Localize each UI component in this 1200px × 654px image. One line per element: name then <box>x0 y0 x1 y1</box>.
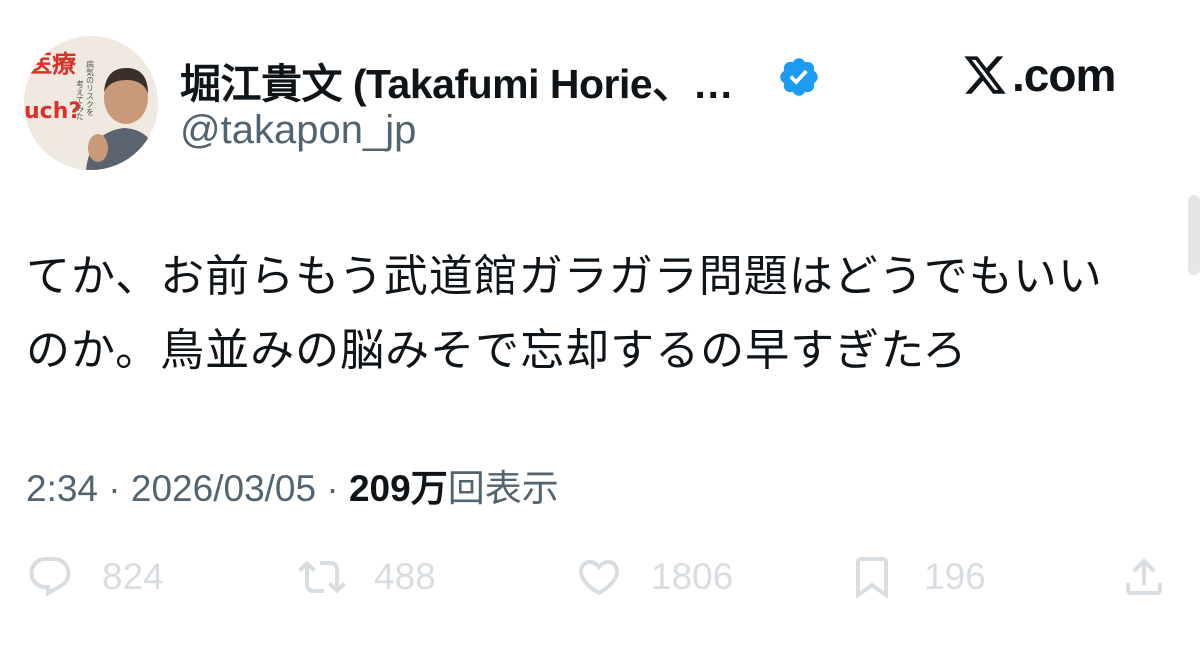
views-count: 209万 <box>348 468 448 509</box>
tweet-meta: 2:34 · 2026/03/05 · 209万回表示 <box>26 458 559 512</box>
bookmark-button[interactable]: 196 <box>848 552 986 602</box>
avatar-book-title: 医療 <box>28 50 77 78</box>
xcom-brand: .com <box>962 48 1116 102</box>
share-button[interactable] <box>1120 552 1196 602</box>
bookmark-icon <box>856 557 888 599</box>
retweet-icon <box>298 560 346 594</box>
scrollbar[interactable] <box>1188 195 1200 275</box>
meta-separator: · <box>326 468 339 509</box>
share-icon <box>1126 558 1162 595</box>
avatar[interactable]: 医療 uch? 病気のリスクを 考えてみた <box>24 36 158 170</box>
tweet-text-line: てか、お前らもう武道館ガラガラ問題はどうでもいい <box>26 251 1103 302</box>
reply-count: 824 <box>102 556 164 597</box>
x-logo-icon <box>964 56 1006 94</box>
views-label: 回表示 <box>447 468 559 509</box>
author-handle[interactable]: @takapon_jp <box>180 108 416 153</box>
reply-button[interactable]: 824 <box>26 552 164 602</box>
author-display-name[interactable]: 堀江貴文 (Takafumi Horie、… <box>180 50 734 110</box>
verified-badge-icon <box>780 58 818 96</box>
retweet-count: 488 <box>374 556 436 597</box>
like-button[interactable]: 1806 <box>575 552 733 602</box>
like-count: 1806 <box>651 556 734 597</box>
tweet-text-line: のか。鳥並みの脳みそで忘却するの早すぎたろ <box>26 325 968 376</box>
tweet-date[interactable]: 2026/03/05 <box>131 468 316 509</box>
tweet-time[interactable]: 2:34 <box>26 468 98 509</box>
meta-separator: · <box>108 468 121 509</box>
avatar-book-vertical-1: 病気のリスクを <box>86 59 95 116</box>
xcom-text: .com <box>1012 49 1116 101</box>
bookmark-count: 196 <box>924 556 986 597</box>
avatar-book-vertical-2: 考えてみた <box>76 80 85 120</box>
tweet-text: てか、お前らもう武道館ガラガラ問題はどうでもいい のか。鳥並みの脳みそで忘却する… <box>26 240 1186 388</box>
retweet-button[interactable]: 488 <box>298 552 436 602</box>
reply-icon <box>29 557 71 597</box>
like-icon <box>578 560 620 596</box>
avatar-book-subtitle: uch? <box>24 99 81 124</box>
